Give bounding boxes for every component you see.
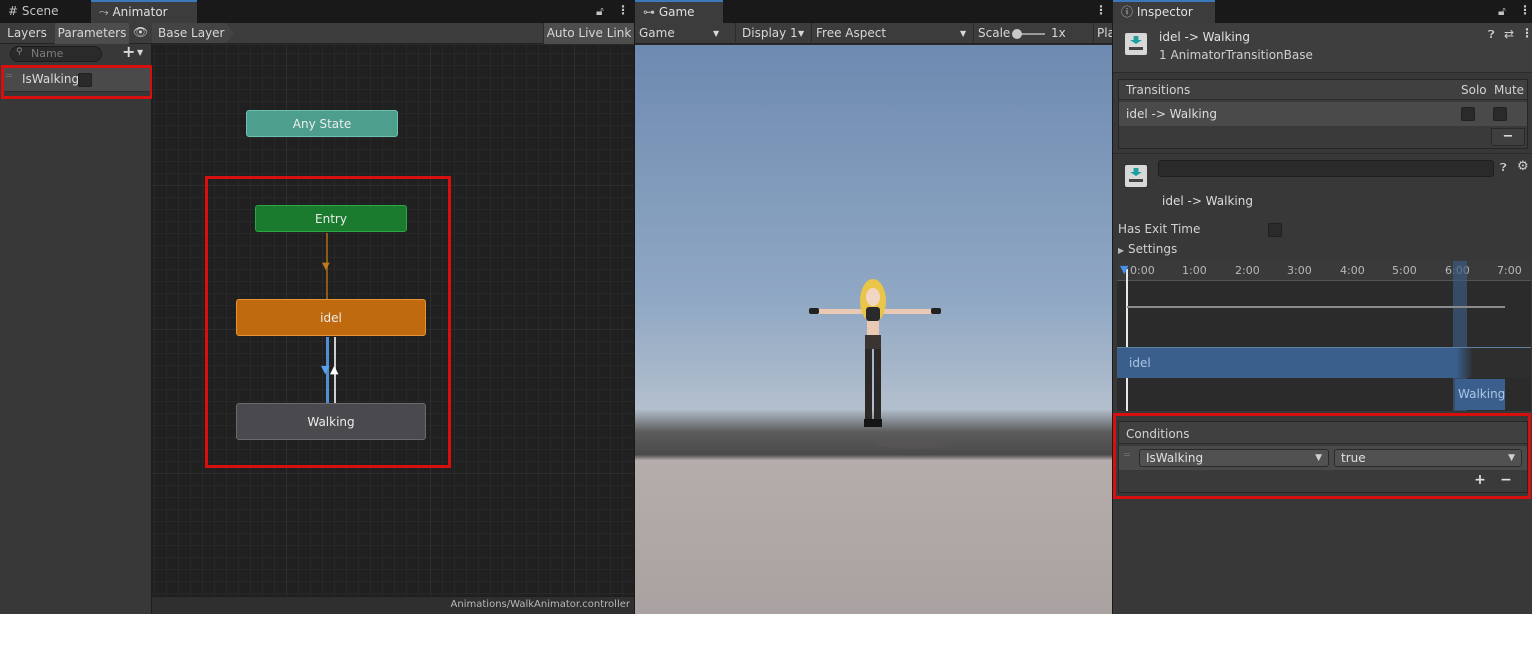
search-input[interactable]: ⚲ Name [10,46,102,62]
kebab-icon[interactable]: ⋮ [1095,3,1107,17]
has-exit-time-label: Has Exit Time [1118,222,1201,236]
game-mode-dropdown[interactable]: Game ▼ [639,23,725,44]
chevron-right-icon: ▶ [1118,246,1125,255]
inspector-title: idel -> Walking [1159,30,1250,44]
chevron-down-icon: ▼ [137,48,144,57]
tab-layers[interactable]: Layers [0,23,54,44]
timeline-tick: 0:00 [1130,264,1155,277]
tab-animator[interactable]: ⤳ Animator [91,0,197,23]
timeline-tick: 3:00 [1287,264,1312,277]
settings-foldout[interactable]: ▶ Settings [1118,242,1177,256]
graph-canvas[interactable]: ▼ ▼ ▲ Any State Entry idel Walking [152,45,634,596]
search-placeholder: Name [31,47,64,60]
eye-icon[interactable]: 👁︎ [133,25,148,39]
kebab-icon[interactable]: ⋮ [1521,26,1532,40]
game-toolbar: Game ▼ Display 1 ▼ Free Aspect ▼ Scale 1… [635,23,1113,44]
play-focused-dropdown[interactable]: Pla [1093,23,1113,44]
chevron-down-icon: ▼ [713,29,720,38]
scale-slider-thumb[interactable] [1012,29,1022,39]
character-model[interactable] [805,275,945,455]
solo-label: Solo [1461,83,1487,97]
info-icon: ⓘ [1121,5,1134,19]
lock-icon[interactable]: 🔓︎ [1498,4,1506,19]
mute-label: Mute [1494,83,1525,97]
kebab-icon[interactable]: ⋮ [617,3,629,17]
transitions-list: Transitions Solo Mute idel -> Walking − [1118,79,1528,149]
game-viewport[interactable] [635,45,1113,614]
timeline-tick: 1:00 [1182,264,1207,277]
transition-timeline[interactable]: 0:00 1:00 2:00 3:00 4:00 5:00 6:00 7:00 … [1117,261,1531,411]
solo-checkbox[interactable] [1461,107,1475,121]
playhead-marker-icon[interactable]: ▼ [1120,263,1128,276]
chevron-down-icon: ▼ [798,29,805,38]
help-icon[interactable]: ❓︎ [1488,28,1495,42]
add-parameter-button[interactable]: + ▼ [120,42,148,62]
display-dropdown[interactable]: Display 1 ▼ [735,23,809,44]
timeline-weight-line [1127,306,1505,308]
game-window: ⊶ Game ⋮ Game ▼ Display 1 ▼ Free Aspect … [634,0,1113,614]
lock-icon[interactable]: 🔓︎ [596,4,604,19]
breadcrumb[interactable]: Base Layer [152,23,234,43]
tab-inspector[interactable]: ⓘ Inspector [1113,0,1215,23]
scale-value: 1x [1051,26,1066,40]
game-tab-bar: ⊶ Game ⋮ [635,0,1113,23]
aspect-dropdown[interactable]: Free Aspect ▼ [811,23,971,44]
highlight-parameter [1,65,153,99]
help-icon[interactable]: ❓︎ [1500,161,1507,175]
remove-transition-button[interactable]: − [1491,128,1525,146]
inspector-window: ⓘ Inspector 🔓︎ ⋮ idel -> Walking 1 Anima… [1112,0,1532,614]
sidebar-tabs: Layers Parameters 👁︎ [0,23,152,44]
animator-icon: ⤳ [99,5,109,19]
transition-detail-header: ❓︎ ⚙︎ idel -> Walking [1113,153,1532,213]
timeline-dest-clip[interactable]: Walking [1455,379,1505,410]
transitions-label: Transitions [1126,83,1191,97]
scale-slider[interactable] [1012,29,1045,39]
chevron-down-icon: ▼ [960,29,967,38]
graph-footer: Animations/WalkAnimator.controller [152,596,634,614]
controller-path: Animations/WalkAnimator.controller [450,599,630,610]
inspector-tab-bar: ⓘ Inspector 🔓︎ ⋮ [1113,0,1532,23]
timeline-tick: 2:00 [1235,264,1260,277]
any-state-node[interactable]: Any State [246,110,398,137]
preset-icon[interactable]: ⇄ [1504,27,1514,41]
transition-name-field[interactable] [1158,160,1494,177]
timeline-source-clip[interactable]: idel [1117,347,1531,378]
scale-label: Scale [973,23,1010,44]
animator-window: # Scene ⤳ Animator 🔓︎ ⋮ Layers Parameter… [0,0,634,614]
tab-parameters[interactable]: Parameters [55,23,129,44]
auto-live-link-button[interactable]: Auto Live Link [543,23,634,44]
timeline-tick: 7:00 [1497,264,1522,277]
tab-scene[interactable]: # Scene [0,0,90,23]
mute-checkbox[interactable] [1493,107,1507,121]
transitions-header: Transitions Solo Mute [1119,80,1527,100]
inspector-subtitle: 1 AnimatorTransitionBase [1159,48,1313,62]
tab-game[interactable]: ⊶ Game [635,0,723,23]
timeline-tick: 4:00 [1340,264,1365,277]
animator-tab-bar: # Scene ⤳ Animator 🔓︎ ⋮ [0,0,634,23]
search-icon: ⚲ [16,47,23,57]
hash-icon: # [8,4,19,18]
timeline-playhead[interactable] [1126,269,1128,411]
transition-icon [1125,33,1147,55]
highlight-state-machine [205,176,451,468]
transition-icon [1125,165,1147,187]
transition-row[interactable]: idel -> Walking [1119,102,1527,126]
gamepad-icon: ⊶ [643,5,655,19]
has-exit-time-checkbox[interactable] [1268,223,1282,237]
kebab-icon[interactable]: ⋮ [1519,3,1531,17]
graph-toolbar: Base Layer Auto Live Link [152,23,634,44]
transition-detail-name: idel -> Walking [1162,194,1253,208]
parameters-sidebar: Layers Parameters 👁︎ ⚲ Name + ▼ ═ IsWalk… [0,23,153,614]
timeline-tick: 5:00 [1392,264,1417,277]
highlight-conditions [1113,413,1531,499]
settings-icon[interactable]: ⚙︎ [1517,159,1529,174]
transition-row-label: idel -> Walking [1126,107,1217,121]
inspector-header: idel -> Walking 1 AnimatorTransitionBase… [1113,23,1532,73]
